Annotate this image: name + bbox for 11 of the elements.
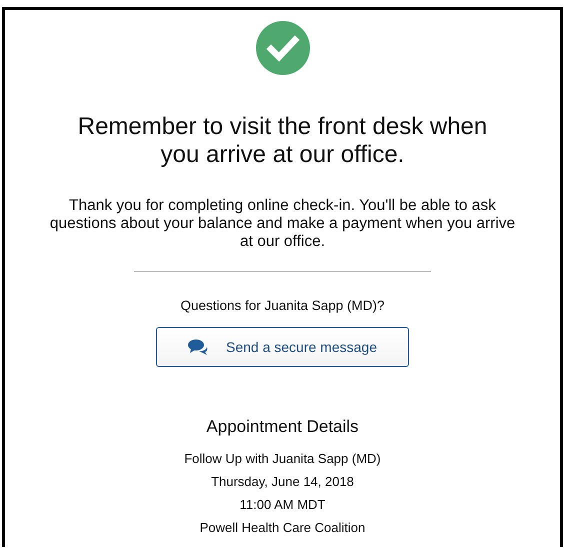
details-line: Follow Up with Juanita Sapp (MD) [184, 450, 381, 468]
chat-icon [188, 339, 208, 355]
heading: Remember to visit the front desk when you arrive at our office. [76, 113, 488, 169]
questions-label: Questions for Juanita Sapp (MD)? [180, 298, 385, 313]
message: Thank you for completing online check-in. You'll be able to ask questions about your balance and make a payment when you arrive at our office. [48, 197, 516, 251]
send-message-button[interactable]: Send a secure message [156, 327, 409, 367]
details-line: 11:00 AM MDT [240, 496, 326, 514]
check-icon [256, 21, 310, 75]
details-line: Powell Health Care Coalition [200, 519, 366, 537]
details-title: Appointment Details [206, 417, 359, 437]
details-line: Thursday, June 14, 2018 [211, 473, 354, 491]
